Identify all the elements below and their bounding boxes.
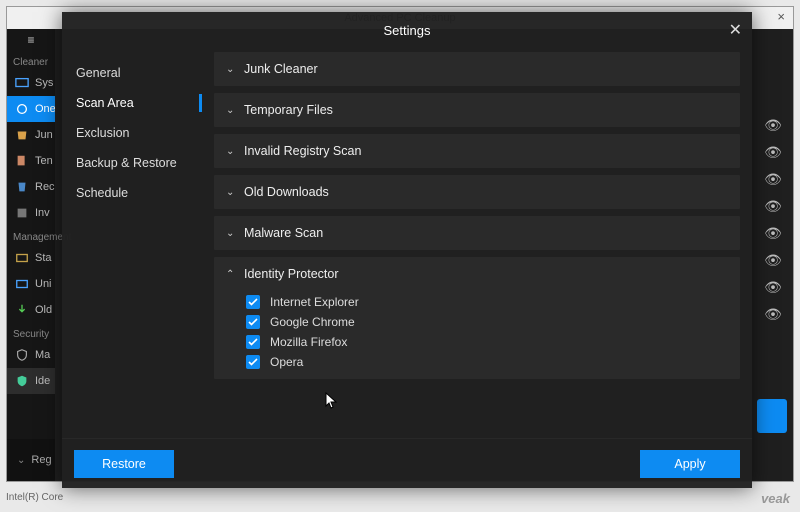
settings-tab-backup-restore[interactable]: Backup & Restore (62, 148, 202, 178)
panel-header-downloads[interactable]: ⌄Old Downloads (214, 175, 740, 209)
modal-footer: Restore Apply (62, 438, 752, 488)
chevron-down-icon: ⌄ (226, 146, 236, 157)
background-action-button[interactable] (757, 399, 787, 433)
eye-icon[interactable]: 👁 (764, 117, 782, 134)
sidebar-section-cleaner: Cleaner (7, 51, 55, 70)
settings-sidebar: General Scan Area Exclusion Backup & Res… (62, 48, 202, 438)
checkbox-row-firefox[interactable]: Mozilla Firefox (246, 335, 728, 349)
panel-identity-protector: ⌃Identity Protector Internet Explorer Go… (214, 257, 740, 379)
watermark: veak (761, 491, 790, 506)
chevron-down-icon: ⌄ (226, 187, 236, 198)
eye-icon[interactable]: 👁 (764, 198, 782, 215)
modal-header: Settings ✕ (62, 12, 752, 48)
eye-icon[interactable]: 👁 (764, 144, 782, 161)
panel-malware-scan: ⌄Malware Scan (214, 216, 740, 250)
eye-icon[interactable]: 👁 (764, 225, 782, 242)
chevron-down-icon: ⌄ (17, 455, 25, 466)
sidebar-section-security: Security (7, 323, 55, 342)
settings-tab-general[interactable]: General (62, 58, 202, 88)
sidebar-item-startup[interactable]: Sta (7, 245, 55, 271)
chevron-down-icon: ⌄ (226, 64, 236, 75)
panel-old-downloads: ⌄Old Downloads (214, 175, 740, 209)
hamburger-icon[interactable]: ≡ (7, 29, 55, 51)
panel-header-malware[interactable]: ⌄Malware Scan (214, 216, 740, 250)
sidebar-item-uninstall[interactable]: Uni (7, 271, 55, 297)
chevron-down-icon: ⌄ (226, 105, 236, 116)
panel-temporary-files: ⌄Temporary Files (214, 93, 740, 127)
close-icon[interactable]: ✕ (729, 20, 742, 40)
panel-body-identity: Internet Explorer Google Chrome Mozilla … (214, 291, 740, 379)
eye-icon[interactable]: 👁 (764, 306, 782, 323)
panel-header-junk[interactable]: ⌄Junk Cleaner (214, 52, 740, 86)
sidebar-item-recycle[interactable]: Rec (7, 174, 55, 200)
sidebar-item-sys[interactable]: Sys (7, 70, 55, 96)
sidebar-item-one[interactable]: One (7, 96, 55, 122)
sidebar-section-management: Management (7, 226, 55, 245)
settings-content: ⌄Junk Cleaner ⌄Temporary Files ⌄Invalid … (202, 48, 752, 438)
chevron-up-icon: ⌃ (226, 269, 236, 280)
sidebar-item-junk[interactable]: Jun (7, 122, 55, 148)
panel-header-registry[interactable]: ⌄Invalid Registry Scan (214, 134, 740, 168)
settings-tab-schedule[interactable]: Schedule (62, 178, 202, 208)
checkbox-row-ie[interactable]: Internet Explorer (246, 295, 728, 309)
main-sidebar: ≡ Cleaner Sys One Jun Ten Rec Inv Manage… (7, 29, 55, 481)
settings-tab-exclusion[interactable]: Exclusion (62, 118, 202, 148)
checkbox-label: Google Chrome (270, 315, 355, 329)
visibility-toggle-column: 👁 👁 👁 👁 👁 👁 👁 👁 (759, 117, 787, 421)
checkbox-row-opera[interactable]: Opera (246, 355, 728, 369)
eye-icon[interactable]: 👁 (764, 252, 782, 269)
checkbox-label: Opera (270, 355, 303, 369)
settings-tab-scan-area[interactable]: Scan Area (62, 88, 202, 118)
panel-header-temp[interactable]: ⌄Temporary Files (214, 93, 740, 127)
eye-icon[interactable]: 👁 (764, 279, 782, 296)
eye-icon[interactable]: 👁 (764, 171, 782, 188)
checkbox-checked-icon[interactable] (246, 295, 260, 309)
window-close-icon[interactable]: × (777, 9, 785, 24)
sidebar-item-old[interactable]: Old (7, 297, 55, 323)
restore-button[interactable]: Restore (74, 450, 174, 478)
apply-button[interactable]: Apply (640, 450, 740, 478)
sidebar-item-identity[interactable]: Ide (7, 368, 55, 394)
statusbar: Intel(R) Core (6, 488, 63, 506)
checkbox-checked-icon[interactable] (246, 355, 260, 369)
checkbox-checked-icon[interactable] (246, 315, 260, 329)
modal-title: Settings (384, 23, 431, 38)
panel-header-identity[interactable]: ⌃Identity Protector (214, 257, 740, 291)
checkbox-row-chrome[interactable]: Google Chrome (246, 315, 728, 329)
checkbox-label: Mozilla Firefox (270, 335, 347, 349)
register-label: Reg (31, 454, 51, 466)
checkbox-label: Internet Explorer (270, 295, 359, 309)
settings-modal: Settings ✕ General Scan Area Exclusion B… (62, 12, 752, 488)
checkbox-checked-icon[interactable] (246, 335, 260, 349)
register-bar[interactable]: ⌄ Reg (7, 439, 55, 481)
chevron-down-icon: ⌄ (226, 228, 236, 239)
sidebar-item-invalid[interactable]: Inv (7, 200, 55, 226)
sidebar-item-temp[interactable]: Ten (7, 148, 55, 174)
panel-invalid-registry: ⌄Invalid Registry Scan (214, 134, 740, 168)
sidebar-item-malware[interactable]: Ma (7, 342, 55, 368)
panel-junk-cleaner: ⌄Junk Cleaner (214, 52, 740, 86)
